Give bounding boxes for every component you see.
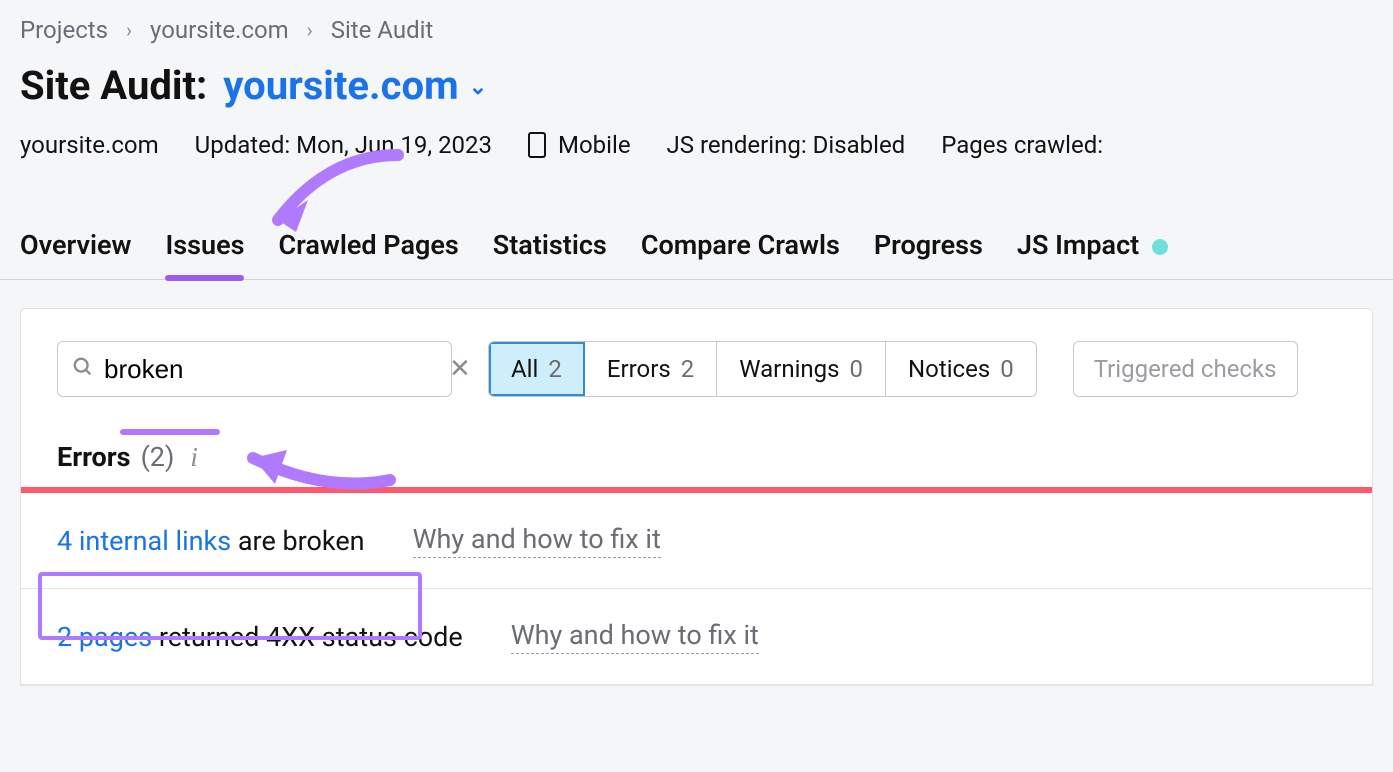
tab-statistics[interactable]: Statistics xyxy=(493,229,607,279)
triggered-checks-dropdown[interactable]: Triggered checks xyxy=(1073,341,1298,397)
filter-errors[interactable]: Errors 2 xyxy=(585,342,717,396)
tab-overview[interactable]: Overview xyxy=(20,229,131,279)
meta-pages-crawled: Pages crawled: xyxy=(941,131,1103,159)
filter-errors-count: 2 xyxy=(681,355,695,383)
search-input-wrapper[interactable]: ✕ xyxy=(57,341,452,397)
tab-issues[interactable]: Issues xyxy=(165,229,244,279)
filter-all-label: All xyxy=(511,355,538,383)
page-title: Site Audit: yoursite.com ⌄ xyxy=(0,52,1393,117)
why-and-how-link[interactable]: Why and how to fix it xyxy=(511,619,759,654)
info-icon[interactable]: i xyxy=(190,442,198,473)
tab-compare-crawls[interactable]: Compare Crawls xyxy=(641,229,840,279)
filter-errors-label: Errors xyxy=(607,355,671,383)
clear-icon[interactable]: ✕ xyxy=(449,354,471,384)
panel-toolbar: ✕ All 2 Errors 2 Warnings 0 Notices 0 Tr… xyxy=(21,309,1372,405)
tab-crawled-pages[interactable]: Crawled Pages xyxy=(278,229,458,279)
mobile-icon xyxy=(528,132,546,158)
meta-js-rendering: JS rendering: Disabled xyxy=(667,131,906,159)
issue-rest: returned 4XX status code xyxy=(152,621,463,653)
page-title-label: Site Audit: xyxy=(20,62,207,109)
chevron-right-icon: › xyxy=(126,18,132,42)
filter-warnings-count: 0 xyxy=(850,355,864,383)
meta-updated: Updated: Mon, Jun 19, 2023 xyxy=(195,131,492,159)
filter-notices-count: 0 xyxy=(1000,355,1014,383)
breadcrumb: Projects › yoursite.com › Site Audit xyxy=(0,0,1393,52)
domain-name: yoursite.com xyxy=(223,62,458,109)
chevron-down-icon: ⌄ xyxy=(469,75,487,100)
tabs: Overview Issues Crawled Pages Statistics… xyxy=(0,169,1393,280)
meta-device-label: Mobile xyxy=(558,131,631,159)
chevron-right-icon: › xyxy=(307,18,313,42)
breadcrumb-site[interactable]: yoursite.com xyxy=(150,16,289,44)
errors-section-name: Errors xyxy=(57,441,131,473)
search-icon xyxy=(72,356,94,382)
breadcrumb-current: Site Audit xyxy=(331,16,434,44)
filter-warnings[interactable]: Warnings 0 xyxy=(717,342,886,396)
issue-link[interactable]: 2 pages xyxy=(57,621,152,653)
filter-all-count: 2 xyxy=(548,355,562,383)
breadcrumb-projects[interactable]: Projects xyxy=(20,16,108,44)
errors-section-count: (2) xyxy=(141,441,175,473)
filter-warnings-label: Warnings xyxy=(739,355,839,383)
issue-row: 2 pages returned 4XX status code Why and… xyxy=(21,589,1372,685)
filter-notices[interactable]: Notices 0 xyxy=(886,342,1036,396)
issues-panel: ✕ All 2 Errors 2 Warnings 0 Notices 0 Tr… xyxy=(20,308,1373,686)
filter-notices-label: Notices xyxy=(908,355,990,383)
issue-rest: are broken xyxy=(231,525,364,557)
errors-section-head: Errors (2) i xyxy=(21,405,1372,487)
filter-group: All 2 Errors 2 Warnings 0 Notices 0 xyxy=(488,341,1037,397)
tab-js-impact-label: JS Impact xyxy=(1017,229,1139,261)
meta-device: Mobile xyxy=(528,131,631,159)
search-input[interactable] xyxy=(94,354,449,385)
issue-row: 4 internal links are broken Why and how … xyxy=(21,493,1372,589)
meta-domain: yoursite.com xyxy=(20,131,159,159)
filter-all[interactable]: All 2 xyxy=(489,342,585,396)
issue-text: 2 pages returned 4XX status code xyxy=(57,621,463,653)
why-and-how-link[interactable]: Why and how to fix it xyxy=(413,523,661,558)
meta-row: yoursite.com Updated: Mon, Jun 19, 2023 … xyxy=(0,117,1393,169)
domain-selector[interactable]: yoursite.com ⌄ xyxy=(223,62,487,109)
beta-badge-icon xyxy=(1152,239,1168,255)
tab-js-impact[interactable]: JS Impact xyxy=(1017,229,1168,279)
tab-progress[interactable]: Progress xyxy=(874,229,983,279)
issue-text: 4 internal links are broken xyxy=(57,525,365,557)
issue-link[interactable]: 4 internal links xyxy=(57,525,231,557)
